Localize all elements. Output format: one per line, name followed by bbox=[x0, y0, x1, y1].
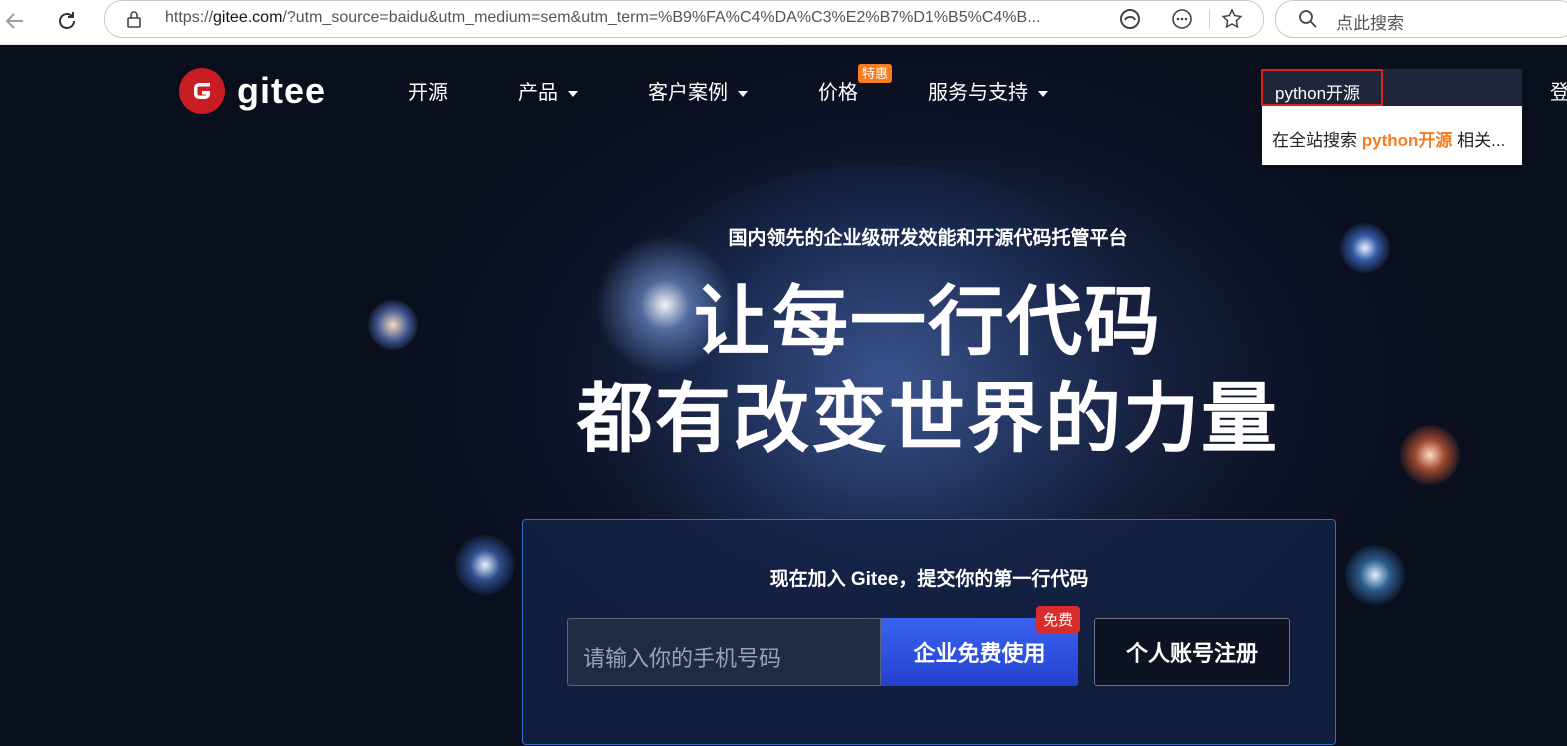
nav-products-label: 产品 bbox=[518, 82, 558, 104]
address-bar[interactable]: https://gitee.com/?utm_source=baidu&utm_… bbox=[104, 0, 1264, 38]
browser-search-box[interactable]: 点此搜索 bbox=[1275, 0, 1567, 38]
gitee-logo-icon bbox=[179, 68, 225, 114]
browser-toolbar: https://gitee.com/?utm_source=baidu&utm_… bbox=[0, 0, 1567, 45]
site-header: gitee 开源 产品 客户案例 价格 特惠 服务与支持 python开源 在全… bbox=[0, 45, 1567, 165]
more-options-icon[interactable] bbox=[1169, 6, 1195, 32]
search-icon bbox=[1299, 10, 1317, 28]
suggestion-suffix: 相关... bbox=[1452, 131, 1506, 150]
nav-open-source-label: 开源 bbox=[408, 82, 448, 104]
personal-register-button[interactable]: 个人账号注册 bbox=[1094, 618, 1290, 686]
nav-cases[interactable]: 客户案例 bbox=[648, 76, 748, 105]
nav-open-source[interactable]: 开源 bbox=[408, 76, 448, 105]
url-path: /?utm_source=baidu&utm_medium=sem&utm_te… bbox=[282, 9, 1041, 26]
light-flare bbox=[455, 535, 515, 595]
url-host: gitee.com bbox=[213, 9, 283, 26]
hero-subtitle: 国内领先的企业级研发效能和开源代码托管平台 bbox=[728, 228, 1128, 249]
pricing-promo-badge: 特惠 bbox=[858, 64, 893, 83]
site-search-input[interactable]: python开源 bbox=[1261, 69, 1383, 106]
nav-pricing[interactable]: 价格 bbox=[818, 76, 858, 105]
free-badge: 免费 bbox=[1036, 606, 1081, 633]
back-arrow-icon[interactable] bbox=[0, 6, 30, 36]
suggestion-prefix: 在全站搜索 bbox=[1272, 131, 1362, 150]
lock-icon bbox=[127, 11, 141, 28]
logo-wordmark: gitee bbox=[237, 70, 327, 111]
search-suggestion-item[interactable]: 在全站搜索 python开源 相关... bbox=[1272, 126, 1505, 151]
suggestion-keyword: python开源 bbox=[1361, 131, 1453, 150]
edge-icon[interactable] bbox=[1117, 6, 1143, 32]
light-flare bbox=[1345, 545, 1405, 605]
hero-headline-line1: 让每一行代码 bbox=[694, 280, 1162, 365]
site-search-box[interactable]: python开源 bbox=[1261, 69, 1522, 106]
gitee-homepage: gitee 开源 产品 客户案例 价格 特惠 服务与支持 python开源 在全… bbox=[0, 45, 1567, 746]
signup-panel: 现在加入 Gitee，提交你的第一行代码 请输入你的手机号码 企业免费使用 免费… bbox=[522, 519, 1336, 745]
gitee-logo[interactable]: gitee bbox=[179, 68, 326, 114]
favorite-star-icon[interactable] bbox=[1219, 6, 1245, 32]
nav-products[interactable]: 产品 bbox=[518, 76, 578, 105]
url-scheme: https:// bbox=[165, 9, 214, 26]
reload-icon[interactable] bbox=[52, 6, 82, 36]
caret-down-icon bbox=[1038, 90, 1048, 97]
search-suggestion-dropdown[interactable]: 在全站搜索 python开源 相关... bbox=[1262, 106, 1522, 165]
login-link[interactable]: 登 bbox=[1550, 76, 1567, 105]
phone-number-input[interactable]: 请输入你的手机号码 bbox=[567, 618, 881, 686]
nav-support[interactable]: 服务与支持 bbox=[928, 76, 1048, 105]
caret-down-icon bbox=[568, 90, 578, 97]
hero-headline-line2: 都有改变世界的力量 bbox=[577, 377, 1279, 462]
url-text[interactable]: https://gitee.com/?utm_source=baidu&utm_… bbox=[165, 9, 1110, 27]
toolbar-separator bbox=[1209, 9, 1210, 29]
nav-cases-label: 客户案例 bbox=[648, 82, 728, 104]
nav-support-label: 服务与支持 bbox=[928, 82, 1028, 104]
nav-pricing-label: 价格 bbox=[818, 82, 858, 104]
caret-down-icon bbox=[738, 90, 748, 97]
browser-search-placeholder: 点此搜索 bbox=[1336, 14, 1404, 33]
signup-title: 现在加入 Gitee，提交你的第一行代码 bbox=[769, 569, 1089, 590]
